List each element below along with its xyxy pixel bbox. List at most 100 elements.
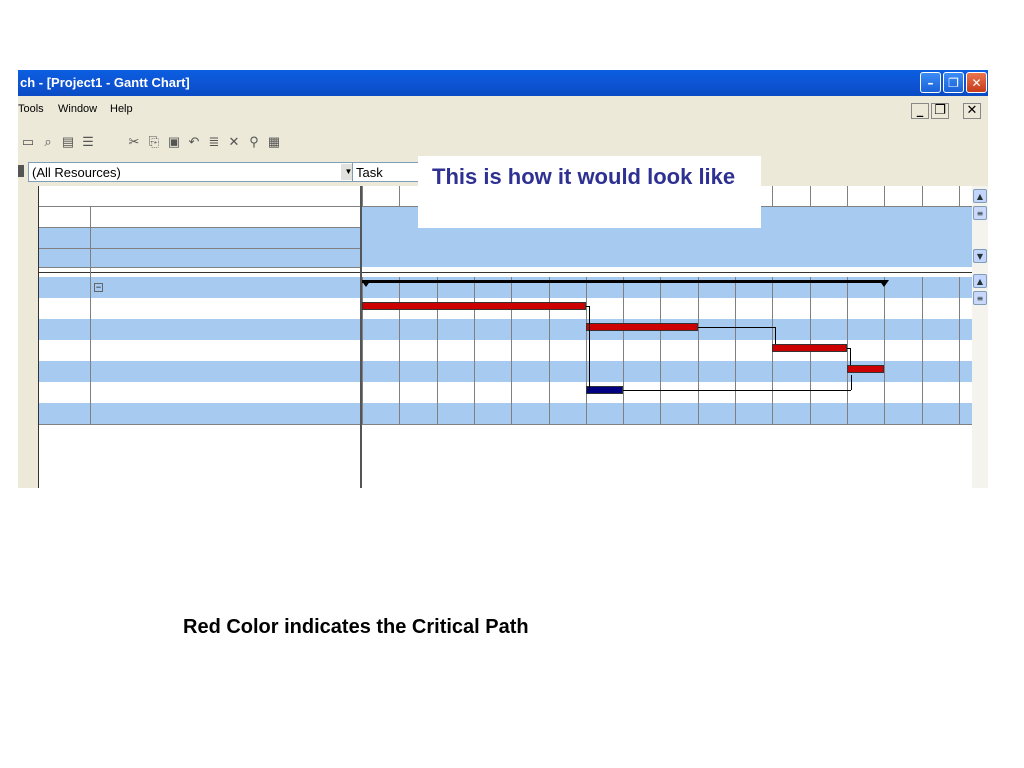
menu-tools[interactable]: Tools xyxy=(18,103,44,115)
table-row[interactable] xyxy=(38,298,360,319)
annotation-text: This is how it would look like xyxy=(432,164,736,189)
new-icon[interactable]: ▭ xyxy=(20,134,36,150)
resource-filter-value: (All Resources) xyxy=(32,165,121,180)
grid-line xyxy=(548,277,550,424)
copy-icon[interactable]: ⎘ xyxy=(146,134,162,150)
dependency-link xyxy=(775,327,777,344)
table-row[interactable] xyxy=(38,277,360,298)
grid-line xyxy=(958,277,960,424)
vertical-scrollbar[interactable]: ▲ ≡ ▼ ▲ ≡ xyxy=(972,186,988,488)
grid-line xyxy=(90,206,91,424)
summary-end-marker xyxy=(879,280,890,287)
save-icon[interactable]: ▤ xyxy=(60,134,76,150)
app-window: ch - [Project1 - Gantt Chart] – ❐ ✕ Tool… xyxy=(18,70,988,488)
task-table: − xyxy=(38,186,360,488)
toolbar-grip-icon xyxy=(18,165,24,177)
grid-line xyxy=(511,277,513,424)
cut-icon[interactable]: ✂ xyxy=(126,134,142,150)
grid-line xyxy=(38,206,360,207)
summary-bar[interactable] xyxy=(362,280,885,283)
dependency-link xyxy=(623,390,851,391)
grid-line xyxy=(921,277,923,424)
gantt-chart xyxy=(362,186,972,488)
grid-line xyxy=(735,277,736,424)
left-gutter xyxy=(18,186,39,488)
indent-icon[interactable]: ≣ xyxy=(206,134,222,150)
chart-icon[interactable]: ▦ xyxy=(266,134,282,150)
summary-start-marker xyxy=(362,280,371,287)
critical-task-bar[interactable] xyxy=(772,344,847,352)
title-bar[interactable]: ch - [Project1 - Gantt Chart] – ❐ ✕ xyxy=(18,70,988,96)
scroll-thumb[interactable]: ≡ xyxy=(973,291,987,305)
critical-path-caption: Red Color indicates the Critical Path xyxy=(183,616,529,638)
collapse-icon[interactable]: − xyxy=(94,283,103,292)
menu-bar: Tools Window Help _ ❐ ✕ xyxy=(18,96,988,120)
window-title: ch - [Project1 - Gantt Chart] xyxy=(20,75,190,90)
task-bar[interactable] xyxy=(585,386,624,394)
dependency-link xyxy=(588,306,590,390)
critical-task-bar[interactable] xyxy=(585,323,698,331)
paste-icon[interactable]: ▣ xyxy=(166,134,182,150)
grid-line xyxy=(846,277,848,424)
grid-line xyxy=(585,277,587,424)
annotation-box: This is how it would look like xyxy=(418,156,761,228)
scroll-up-icon[interactable]: ▲ xyxy=(973,189,987,203)
dependency-link xyxy=(849,348,851,365)
grid-line xyxy=(38,267,360,268)
resource-filter-select[interactable]: (All Resources) ▼ xyxy=(28,162,358,182)
grid-line xyxy=(623,277,625,424)
undo-icon[interactable]: ↶ xyxy=(186,134,202,150)
grid-line xyxy=(884,277,886,424)
scroll-thumb[interactable]: ≡ xyxy=(973,206,987,220)
standard-toolbar: ▭ ⌕ ▤ ☰ ✂ ⎘ ▣ ↶ ≣ ✕ ⚲ ▦ xyxy=(18,120,988,158)
grid-line xyxy=(38,424,360,425)
grid-line xyxy=(884,186,886,206)
gantt-row xyxy=(362,382,972,403)
dependency-link xyxy=(697,327,776,328)
find-icon[interactable]: ⚲ xyxy=(246,134,262,150)
minimize-icon[interactable]: – xyxy=(920,72,941,93)
table-row[interactable] xyxy=(38,361,360,382)
menu-help[interactable]: Help xyxy=(110,103,133,115)
grid-line xyxy=(362,424,972,425)
grid-line xyxy=(399,186,401,206)
table-header-band xyxy=(38,227,360,267)
grid-line xyxy=(399,277,401,424)
mdi-minimize-icon[interactable]: _ xyxy=(911,103,929,119)
mdi-restore-icon[interactable]: ❐ xyxy=(931,103,949,119)
grid-line xyxy=(362,272,972,273)
grid-line xyxy=(846,186,848,206)
restore-icon[interactable]: ❐ xyxy=(943,72,964,93)
grid-line xyxy=(809,186,811,206)
table-row[interactable] xyxy=(38,319,360,340)
outline-icon[interactable]: ☰ xyxy=(80,134,96,150)
gantt-row xyxy=(362,403,972,424)
dependency-link xyxy=(850,375,852,390)
grid-line xyxy=(697,277,699,424)
grid-line xyxy=(38,272,360,273)
grid-line xyxy=(958,186,960,206)
delete-icon[interactable]: ✕ xyxy=(226,134,242,150)
grid-line xyxy=(660,277,662,424)
grid-line xyxy=(38,248,360,249)
open-icon[interactable]: ⌕ xyxy=(40,134,56,150)
scroll-down-icon[interactable]: ▼ xyxy=(973,249,987,263)
grid-line xyxy=(473,277,475,424)
table-header-bg xyxy=(38,206,360,227)
grid-line xyxy=(772,186,774,206)
gantt-view: − ▲ ≡ ▼ ▲ ≡ xyxy=(18,186,988,488)
critical-task-bar[interactable] xyxy=(846,365,885,373)
table-row[interactable] xyxy=(38,403,360,424)
close-icon[interactable]: ✕ xyxy=(966,72,987,93)
grid-line xyxy=(362,277,363,424)
mdi-close-icon[interactable]: ✕ xyxy=(963,103,981,119)
scroll-up-icon[interactable]: ▲ xyxy=(973,274,987,288)
critical-task-bar[interactable] xyxy=(362,302,586,310)
table-row[interactable] xyxy=(38,382,360,403)
gantt-row xyxy=(362,340,972,361)
grid-line xyxy=(38,186,39,488)
grid-line xyxy=(921,186,923,206)
grid-line xyxy=(38,227,360,228)
table-row[interactable] xyxy=(38,340,360,361)
menu-window[interactable]: Window xyxy=(58,103,97,115)
